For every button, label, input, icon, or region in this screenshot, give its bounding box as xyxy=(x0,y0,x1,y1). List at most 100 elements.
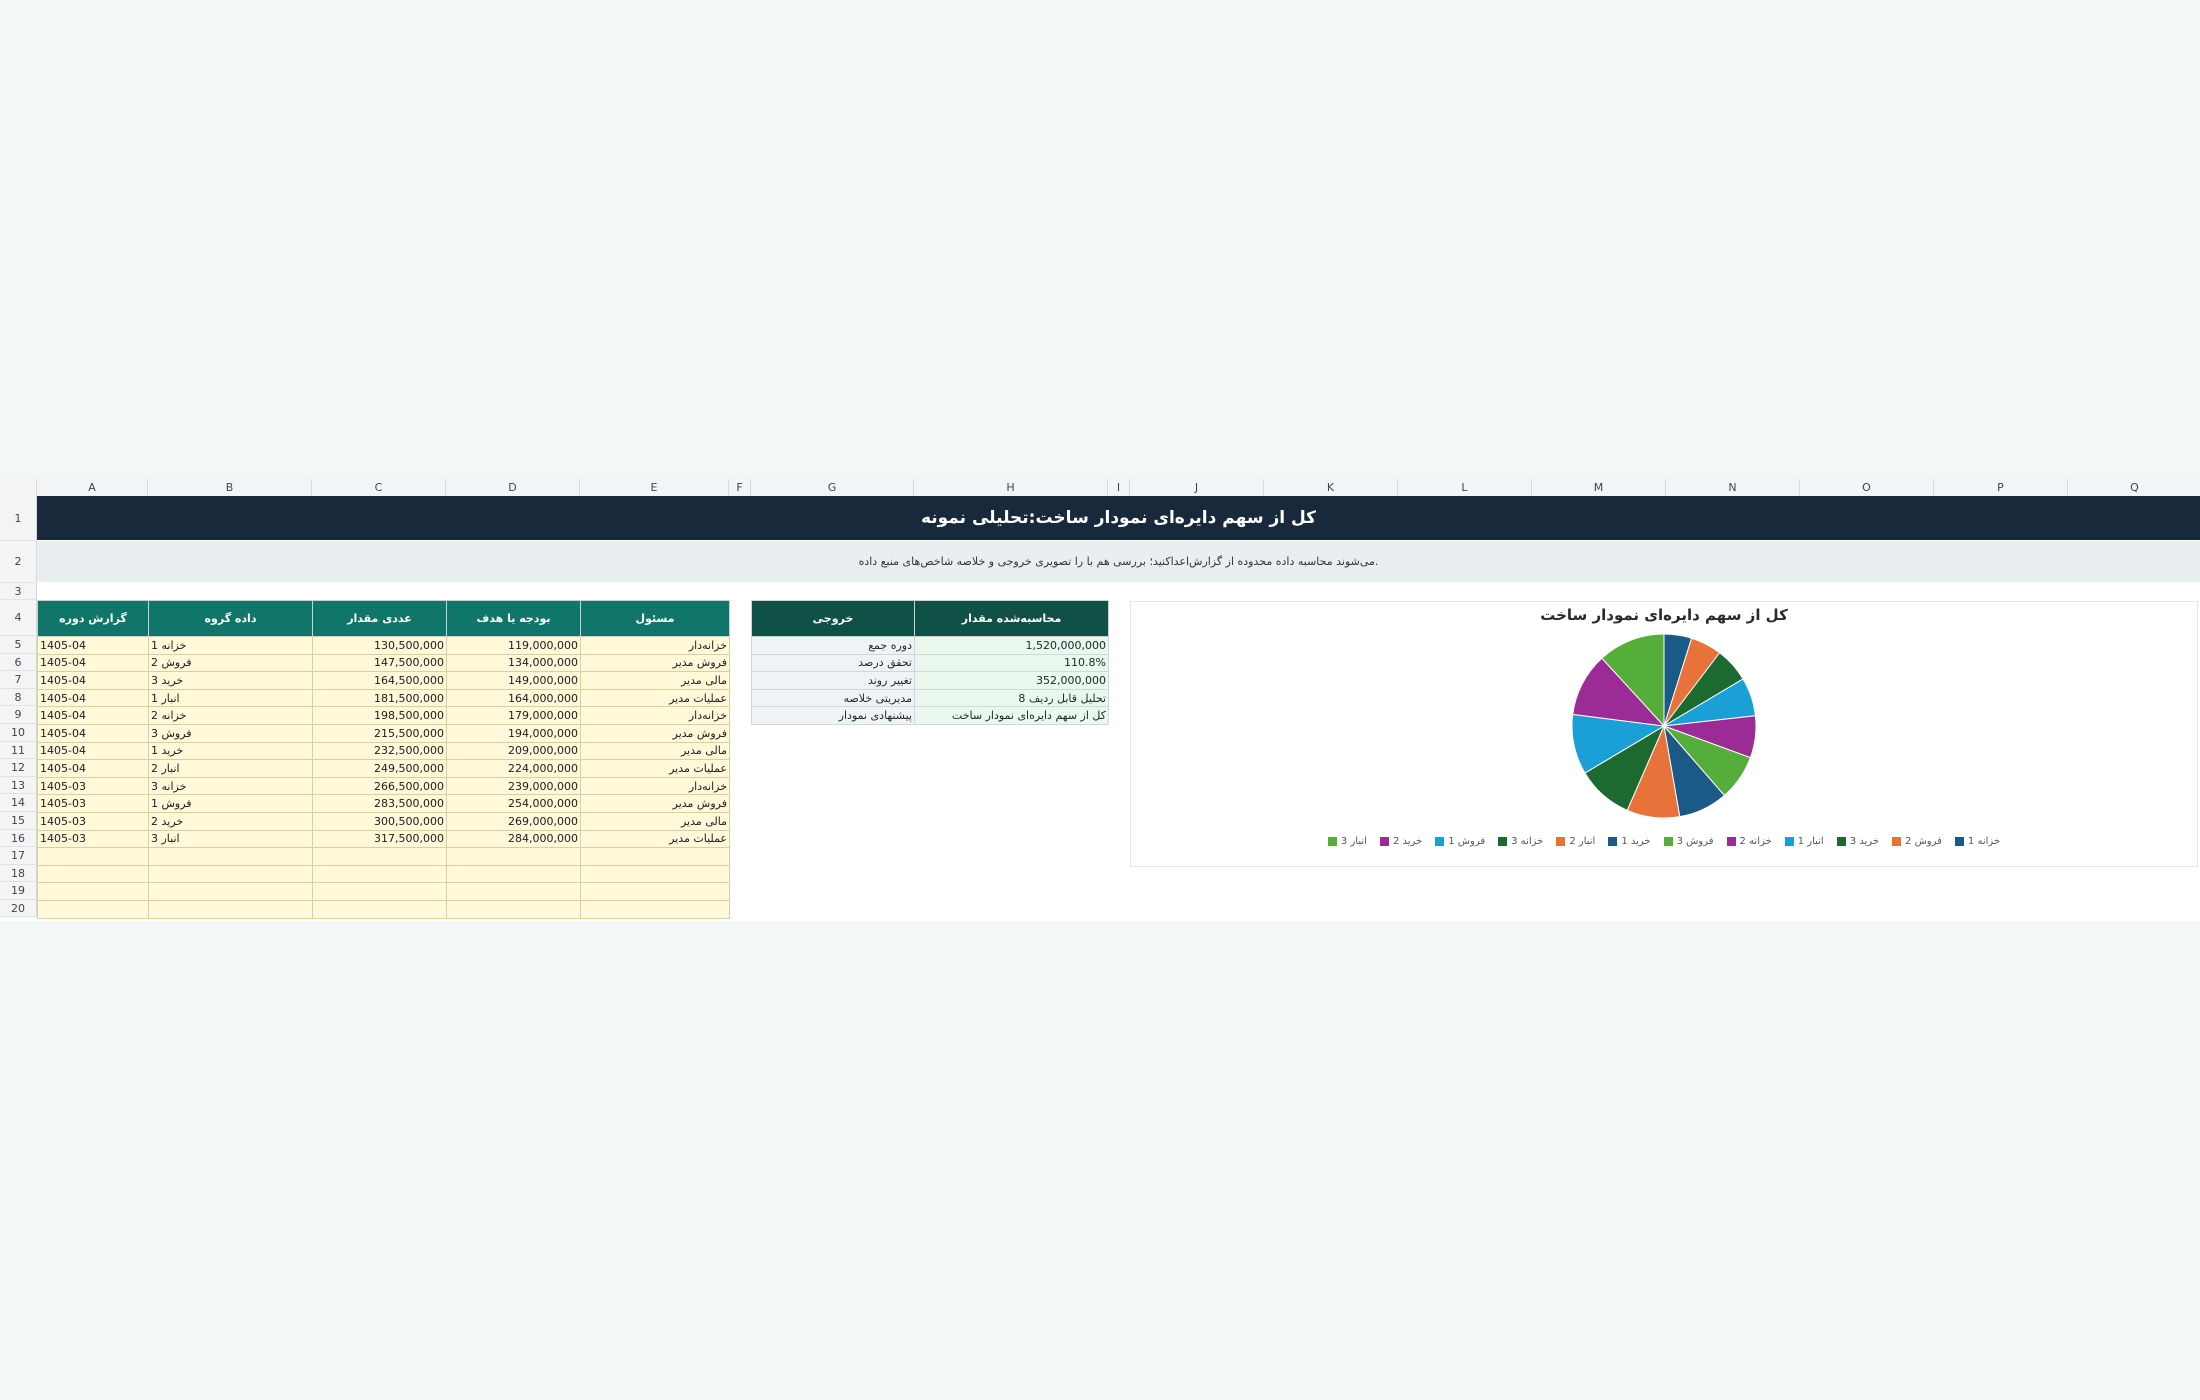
data-cell[interactable]: 215,500,000 xyxy=(312,723,447,743)
data-cell[interactable] xyxy=(312,864,447,884)
data-cell[interactable] xyxy=(148,899,313,919)
data-cell[interactable]: فروش 3 xyxy=(148,723,313,743)
data-cell[interactable]: 1405-04 xyxy=(37,741,149,761)
data-cell[interactable]: 1405-03 xyxy=(37,811,149,831)
data-cell[interactable]: خرید 1 xyxy=(148,741,313,761)
data-cell[interactable]: 1405-04 xyxy=(37,636,149,655)
row-header-8[interactable]: 8 xyxy=(0,689,37,706)
data-cell[interactable]: 1405-03 xyxy=(37,776,149,796)
column-header-d[interactable]: D xyxy=(446,479,580,496)
column-header-n[interactable]: N xyxy=(1666,479,1800,496)
row-header-14[interactable]: 14 xyxy=(0,794,37,812)
data-cell[interactable]: 181,500,000 xyxy=(312,688,447,708)
data-cell[interactable] xyxy=(37,899,149,919)
data-cell[interactable] xyxy=(37,847,149,866)
output-label-cell[interactable]: تغییر روند xyxy=(751,671,915,690)
legend-item[interactable]: خرید 3 xyxy=(1836,836,1879,847)
data-cell[interactable]: 130,500,000 xyxy=(312,636,447,655)
row-header-20[interactable]: 20 xyxy=(0,900,37,917)
row-header-12[interactable]: 12 xyxy=(0,759,37,777)
data-cell[interactable]: 1405-04 xyxy=(37,723,149,743)
data-cell[interactable]: 164,500,000 xyxy=(312,671,447,690)
data-cell[interactable]: 249,500,000 xyxy=(312,759,447,778)
column-header-a[interactable]: A xyxy=(37,479,148,496)
row-header-16[interactable]: 16 xyxy=(0,830,37,847)
data-cell[interactable] xyxy=(37,882,149,901)
output-label-cell[interactable]: مدیریتی خلاصه xyxy=(751,688,915,708)
column-header-k[interactable]: K xyxy=(1264,479,1398,496)
data-cell[interactable]: 266,500,000 xyxy=(312,776,447,796)
data-cell[interactable]: فروش مدیر xyxy=(580,723,730,743)
data-header-cell[interactable]: گزارش دوره xyxy=(37,600,149,637)
column-header-o[interactable]: O xyxy=(1800,479,1934,496)
data-cell[interactable]: 1405-04 xyxy=(37,653,149,673)
data-cell[interactable] xyxy=(580,882,730,901)
data-cell[interactable]: 1405-04 xyxy=(37,688,149,708)
column-header-m[interactable]: M xyxy=(1532,479,1666,496)
data-cell[interactable] xyxy=(446,899,581,919)
column-header-j[interactable]: J xyxy=(1130,479,1264,496)
row-header-10[interactable]: 10 xyxy=(0,724,37,742)
data-cell[interactable]: انبار 1 xyxy=(148,688,313,708)
data-cell[interactable] xyxy=(148,864,313,884)
data-cell[interactable]: انبار 2 xyxy=(148,759,313,778)
data-cell[interactable]: 224,000,000 xyxy=(446,759,581,778)
data-cell[interactable]: انبار 3 xyxy=(148,829,313,849)
output-label-cell[interactable]: پیشنهادی نمودار xyxy=(751,706,915,725)
data-cell[interactable] xyxy=(312,847,447,866)
output-value-cell[interactable]: 110.8% xyxy=(914,653,1109,673)
data-cell[interactable] xyxy=(446,882,581,901)
data-cell[interactable]: 198,500,000 xyxy=(312,706,447,725)
data-cell[interactable] xyxy=(312,882,447,901)
output-value-cell[interactable]: کل از سهم دایره‌ای نمودار ساخت xyxy=(914,706,1109,725)
sheet-subtitle-cell[interactable]: .می‌شوند محاسبه داده محدوده از گزارش‌اعد… xyxy=(37,541,2200,582)
legend-item[interactable]: فروش 3 xyxy=(1663,836,1714,847)
data-cell[interactable]: 317,500,000 xyxy=(312,829,447,849)
column-header-g[interactable]: G xyxy=(751,479,914,496)
legend-item[interactable]: انبار 1 xyxy=(1784,836,1824,847)
select-all-corner[interactable] xyxy=(0,479,37,496)
data-header-cell[interactable]: داده گروه xyxy=(148,600,313,637)
column-header-p[interactable]: P xyxy=(1934,479,2068,496)
data-cell[interactable]: خزانه‌دار xyxy=(580,706,730,725)
column-header-h[interactable]: H xyxy=(914,479,1108,496)
data-cell[interactable]: فروش 1 xyxy=(148,794,313,813)
row-header-18[interactable]: 18 xyxy=(0,865,37,882)
row-header-2[interactable]: 2 xyxy=(0,541,37,583)
data-cell[interactable]: فروش 2 xyxy=(148,653,313,673)
data-cell[interactable] xyxy=(580,847,730,866)
sheet-title-cell[interactable]: کل از سهم دایره‌ای نمودار ساخت:تحلیلی نم… xyxy=(37,496,2200,540)
legend-item[interactable]: خزانه 2 xyxy=(1726,836,1772,847)
data-cell[interactable]: خزانه‌دار xyxy=(580,636,730,655)
data-cell[interactable] xyxy=(148,882,313,901)
column-header-q[interactable]: Q xyxy=(2068,479,2200,496)
data-cell[interactable]: 179,000,000 xyxy=(446,706,581,725)
data-cell[interactable]: خزانه‌دار xyxy=(580,776,730,796)
data-cell[interactable]: 1405-03 xyxy=(37,794,149,813)
data-cell[interactable]: 239,000,000 xyxy=(446,776,581,796)
column-header-b[interactable]: B xyxy=(148,479,312,496)
legend-item[interactable]: خرید 2 xyxy=(1379,836,1422,847)
data-cell[interactable]: 1405-04 xyxy=(37,706,149,725)
row-header-6[interactable]: 6 xyxy=(0,654,37,671)
data-cell[interactable]: فروش مدیر xyxy=(580,653,730,673)
output-header-cell[interactable]: محاسبه‌شده مقدار xyxy=(914,600,1109,637)
data-cell[interactable]: 147,500,000 xyxy=(312,653,447,673)
data-cell[interactable] xyxy=(580,864,730,884)
row-header-5[interactable]: 5 xyxy=(0,636,37,654)
output-value-cell[interactable]: تحلیل قابل ردیف 8 xyxy=(914,688,1109,708)
row-header-15[interactable]: 15 xyxy=(0,812,37,830)
data-cell[interactable] xyxy=(446,864,581,884)
row-header-11[interactable]: 11 xyxy=(0,742,37,759)
data-cell[interactable]: خزانه 1 xyxy=(148,636,313,655)
data-header-cell[interactable]: بودجه یا هدف xyxy=(446,600,581,637)
row-header-7[interactable]: 7 xyxy=(0,671,37,689)
output-label-cell[interactable]: تحقق درصد xyxy=(751,653,915,673)
data-cell[interactable]: 164,000,000 xyxy=(446,688,581,708)
data-cell[interactable] xyxy=(580,899,730,919)
data-cell[interactable]: مالی مدیر xyxy=(580,741,730,761)
data-cell[interactable]: خرید 2 xyxy=(148,811,313,831)
data-cell[interactable]: عملیات مدیر xyxy=(580,688,730,708)
row-header-9[interactable]: 9 xyxy=(0,706,37,724)
data-cell[interactable]: خزانه 2 xyxy=(148,706,313,725)
